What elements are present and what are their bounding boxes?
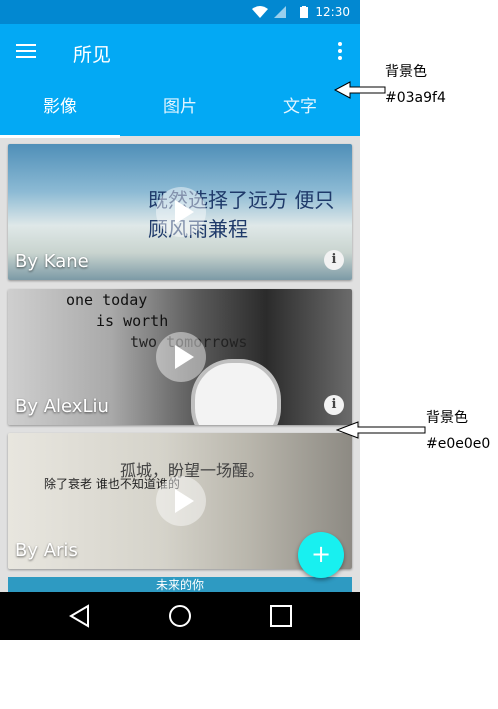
card-caption: 未来的你 [155,578,204,592]
annotation-color: #03a9f4 [385,90,446,106]
status-bar: 12:30 [0,0,360,24]
tab-bar: 影像 图片 文字 [0,80,360,138]
card-author: By Aris [15,540,78,561]
play-icon[interactable] [156,476,206,526]
status-time: 12:30 [315,5,350,19]
card-image-text: is worth [96,312,169,330]
annotation-color: #e0e0e0 [426,436,491,452]
signal-icon [274,6,286,18]
recent-apps-icon[interactable] [270,605,292,627]
card-author: By AlexLiu [15,396,109,417]
video-card[interactable]: 既然选择了远方 便只顾风雨兼程 By Kane i [8,144,352,280]
more-options-icon[interactable] [338,42,342,63]
menu-icon[interactable] [16,44,36,60]
phone-screen: 12:30 所见 影像 图片 文字 既然选择了远方 便只顾风雨兼程 By Kan… [0,0,360,640]
wifi-icon [252,6,268,18]
page-title: 所见 [73,44,112,66]
info-icon[interactable]: i [324,395,344,415]
tab-video[interactable]: 影像 [0,80,120,138]
home-icon[interactable] [168,604,192,628]
back-icon[interactable] [68,604,92,628]
play-icon[interactable] [156,187,206,237]
add-button[interactable]: + [298,532,344,578]
info-icon[interactable]: i [324,250,344,270]
battery-icon [300,6,308,18]
arrow-icon [336,421,426,439]
navigation-bar [0,592,360,640]
tab-pictures[interactable]: 图片 [120,80,240,136]
annotation-label: 背景色 [385,64,427,80]
play-icon[interactable] [156,332,206,382]
arrow-icon [334,81,386,99]
card-image-text: one today [66,291,148,309]
annotation-label: 背景色 [426,410,468,426]
card-author: By Kane [15,251,89,272]
app-bar: 所见 影像 图片 文字 [0,24,360,138]
video-card[interactable]: one today is worth two tomorrows By Alex… [8,289,352,425]
